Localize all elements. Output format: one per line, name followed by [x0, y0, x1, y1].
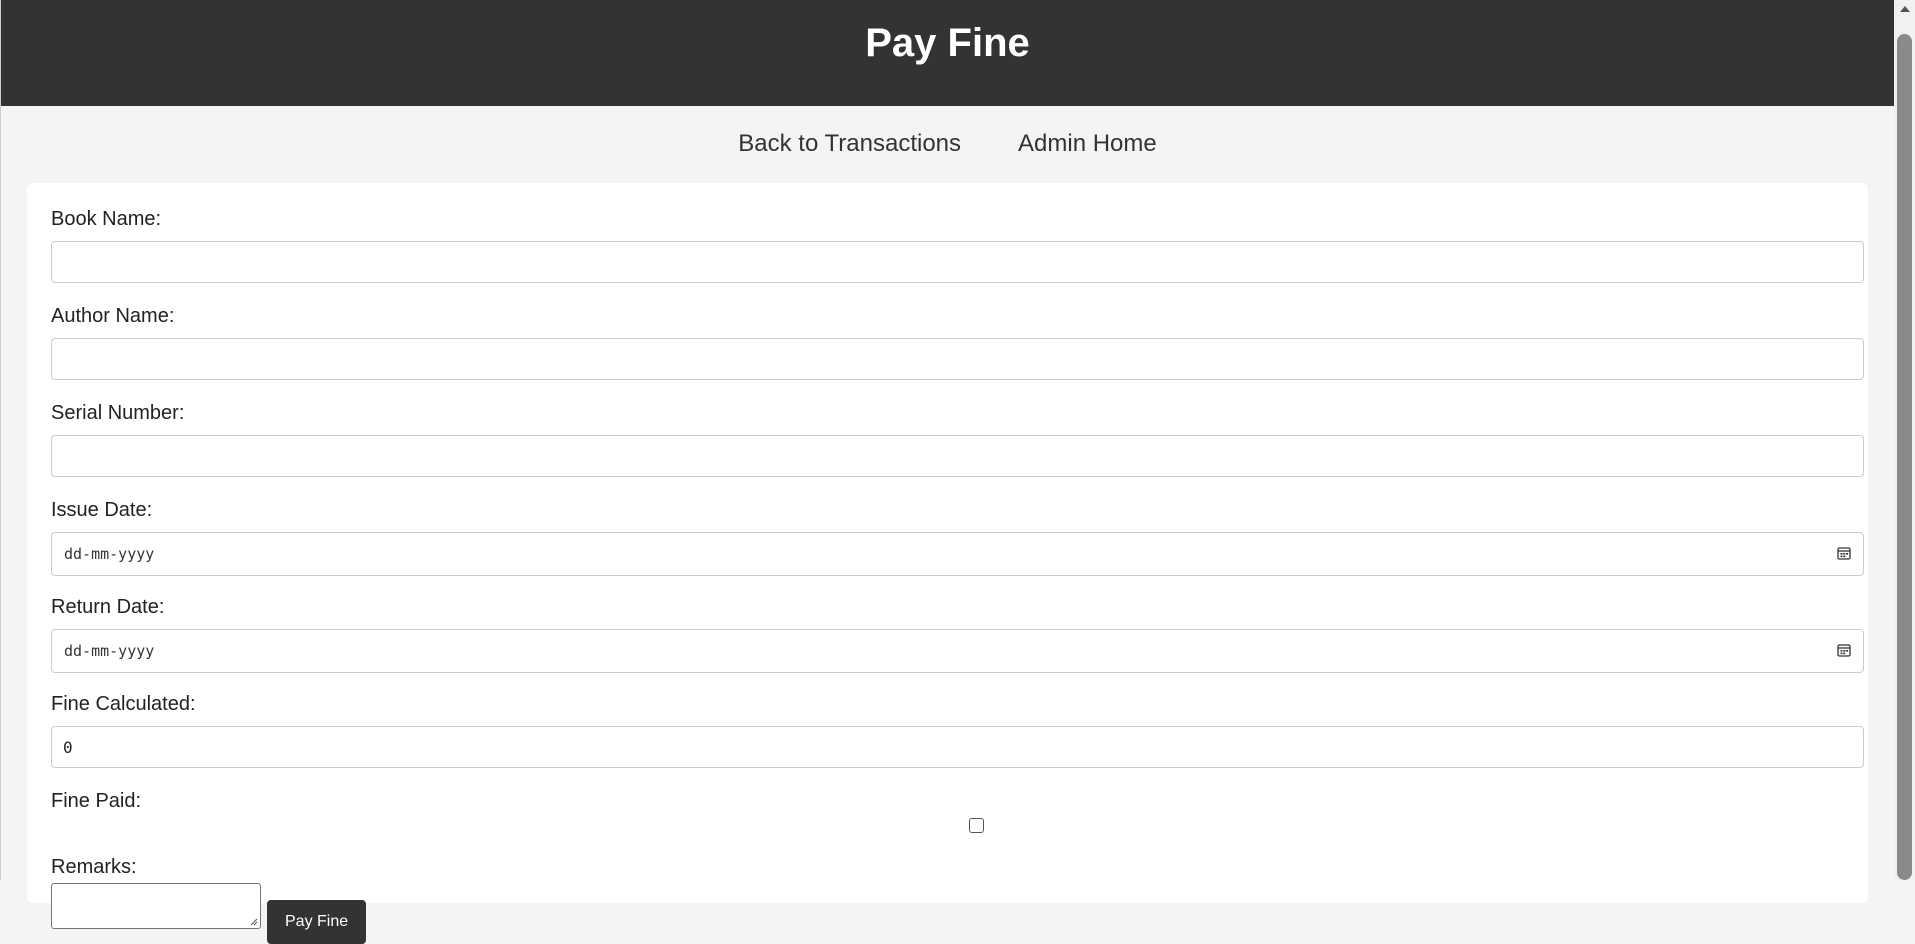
back-to-transactions-link[interactable]: Back to Transactions	[738, 130, 961, 158]
serial-number-input[interactable]	[51, 435, 1864, 477]
page: Pay Fine Back to Transactions Admin Home…	[0, 0, 1894, 944]
issue-date-input[interactable]: dd-mm-yyyy	[51, 532, 1864, 576]
calendar-icon[interactable]	[1837, 546, 1851, 560]
book-name-field: Book Name:	[51, 207, 1864, 283]
book-name-input[interactable]	[51, 241, 1864, 283]
scrollbar-thumb[interactable]	[1897, 34, 1912, 880]
serial-number-field: Serial Number:	[51, 401, 1864, 477]
return-date-field: Return Date: dd-mm-yyyy	[51, 595, 1864, 673]
return-date-placeholder: dd-mm-yyyy	[64, 642, 155, 660]
resize-grip-icon[interactable]	[250, 918, 258, 926]
issue-date-placeholder: dd-mm-yyyy	[64, 545, 155, 563]
author-name-input[interactable]	[51, 338, 1864, 380]
issue-date-label: Issue Date:	[51, 499, 153, 521]
return-date-label: Return Date:	[51, 596, 165, 618]
top-nav: Back to Transactions Admin Home	[1, 106, 1894, 182]
remarks-label: Remarks:	[51, 856, 137, 878]
book-name-label: Book Name:	[51, 208, 162, 230]
pay-fine-button[interactable]: Pay Fine	[267, 900, 367, 944]
pay-fine-form: Book Name: Author Name: Serial Number: I…	[27, 183, 1868, 944]
remarks-textarea[interactable]	[51, 883, 261, 929]
scroll-up-arrow-icon[interactable]	[1900, 6, 1910, 12]
fine-paid-row	[51, 817, 1844, 855]
vertical-scrollbar[interactable]	[1894, 0, 1915, 880]
fine-calculated-input[interactable]	[51, 726, 1864, 768]
issue-date-field: Issue Date: dd-mm-yyyy	[51, 498, 1864, 576]
fine-paid-label: Fine Paid:	[51, 790, 142, 812]
return-date-input[interactable]: dd-mm-yyyy	[51, 629, 1864, 673]
calendar-icon[interactable]	[1837, 643, 1851, 657]
remarks-field: Remarks: Pay Fine	[51, 855, 1844, 944]
author-name-label: Author Name:	[51, 305, 175, 327]
fine-paid-field: Fine Paid:	[51, 789, 1844, 855]
admin-home-link[interactable]: Admin Home	[1018, 130, 1157, 158]
page-title: Pay Fine	[865, 20, 1030, 65]
fine-calculated-label: Fine Calculated:	[51, 693, 196, 715]
serial-number-label: Serial Number:	[51, 402, 185, 424]
fine-calculated-field: Fine Calculated:	[51, 692, 1864, 768]
page-header: Pay Fine	[1, 0, 1894, 106]
author-name-field: Author Name:	[51, 304, 1864, 380]
remarks-row: Pay Fine	[51, 883, 1844, 944]
fine-paid-checkbox[interactable]	[969, 818, 984, 833]
